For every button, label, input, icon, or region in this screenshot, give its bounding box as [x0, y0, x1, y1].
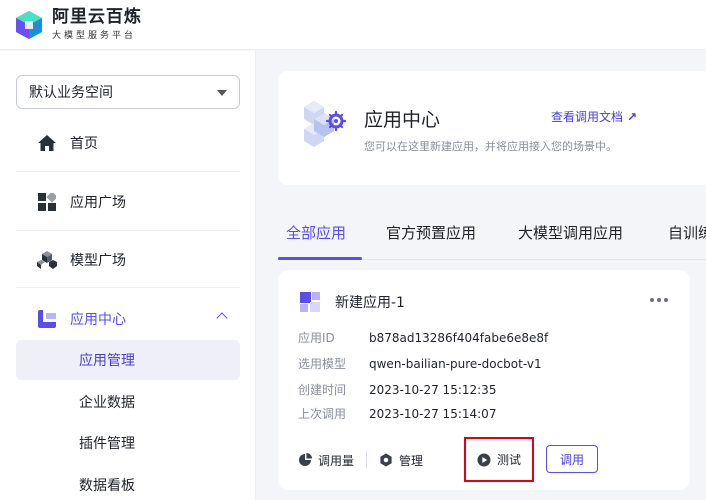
field-label: 应用ID: [298, 331, 335, 345]
home-icon: [36, 132, 58, 154]
tab-llm-invoke-apps[interactable]: 大模型调用应用: [518, 222, 623, 243]
sidebar-item-app-center[interactable]: 应用中心: [16, 299, 240, 339]
usage-button[interactable]: 调用量: [298, 445, 354, 475]
cubes-icon: [36, 249, 58, 271]
chevron-down-icon: [217, 90, 227, 96]
divider: [16, 171, 240, 172]
test-button[interactable]: 测试: [464, 437, 534, 482]
sidebar-item-label: 应用广场: [70, 195, 126, 211]
play-circle-icon: [477, 453, 491, 466]
field-app-id: 应用ID b878ad13286f404fabe6e8e8f: [298, 329, 548, 346]
view-api-docs-link[interactable]: 查看调用文档 ↗: [551, 108, 637, 125]
sidebar-item-home[interactable]: 首页: [16, 123, 240, 163]
tab-self-trained-apps[interactable]: 自训练: [668, 222, 706, 243]
bailian-logo-icon[interactable]: [14, 10, 44, 40]
manage-button[interactable]: 管理: [379, 445, 423, 475]
sidebar: 默认业务空间 首页 应用广场 模型广场 应用中心 应用管理 企业数据 插件管理 …: [0, 51, 256, 500]
app-card[interactable]: 新建应用-1 应用ID b878ad13286f404fabe6e8e8f 选用模…: [278, 270, 690, 490]
app-grid-icon: [36, 191, 58, 213]
sidebar-subitem-data-dashboard[interactable]: 数据看板: [16, 465, 240, 500]
top-header: 阿里云百炼 大模型服务平台: [0, 0, 706, 50]
divider: [366, 452, 368, 468]
field-label: 上次调用: [298, 407, 347, 421]
more-options-icon[interactable]: [650, 298, 668, 302]
sidebar-subitem-plugin-management[interactable]: 插件管理: [16, 423, 240, 463]
field-value: 2023-10-27 15:14:07: [369, 407, 497, 421]
main-content: 应用中心 查看调用文档 ↗ 您可以在这里新建应用，并将应用接入您的场景中。 全部应…: [257, 51, 706, 500]
field-value: b878ad13286f404fabe6e8e8f: [369, 331, 549, 345]
sidebar-item-label: 应用中心: [70, 312, 126, 328]
divider: [16, 230, 240, 231]
card-actions: 调用量 管理 测试 调用: [298, 437, 678, 482]
active-tab-indicator: [278, 257, 362, 260]
field-model: 选用模型 qwen-bailian-pure-docbot-v1: [298, 355, 542, 372]
external-link-arrow-icon: ↗: [627, 110, 638, 124]
field-label: 选用模型: [298, 357, 347, 371]
test-label: 测试: [496, 453, 521, 467]
invoke-button[interactable]: 调用: [546, 445, 598, 473]
chevron-up-icon[interactable]: [216, 312, 228, 324]
workspace-label: 默认业务空间: [29, 85, 113, 101]
field-last-invoked: 上次调用 2023-10-27 15:14:07: [298, 405, 496, 422]
brand-title: 阿里云百炼: [52, 7, 142, 27]
manage-label: 管理: [399, 453, 424, 468]
brand-subtitle: 大模型服务平台: [52, 31, 137, 41]
field-value: qwen-bailian-pure-docbot-v1: [369, 357, 542, 371]
usage-label: 调用量: [318, 453, 355, 468]
sidebar-subitem-enterprise-data[interactable]: 企业数据: [16, 382, 240, 422]
app-icon: [300, 292, 320, 312]
tab-all-apps[interactable]: 全部应用: [286, 222, 346, 243]
pie-chart-icon: [299, 453, 312, 466]
field-created-time: 创建时间 2023-10-27 15:12:35: [298, 381, 496, 398]
sidebar-subitem-app-management[interactable]: 应用管理: [16, 340, 240, 380]
app-center-icon: [36, 308, 58, 330]
view-api-docs-label: 查看调用文档: [551, 110, 624, 124]
page-description: 您可以在这里新建应用，并将应用接入您的场景中。: [364, 140, 617, 153]
sidebar-item-label: 首页: [70, 136, 98, 152]
brand: 阿里云百炼 大模型服务平台: [52, 8, 142, 41]
sidebar-item-app-square[interactable]: 应用广场: [16, 182, 240, 222]
app-name: 新建应用-1: [335, 295, 405, 311]
page-title: 应用中心: [364, 109, 441, 131]
field-label: 创建时间: [298, 383, 347, 397]
app-tabs: 全部应用 官方预置应用 大模型调用应用 自训练: [278, 216, 706, 260]
workspace-select[interactable]: 默认业务空间: [16, 75, 240, 109]
hero-banner: 应用中心 查看调用文档 ↗ 您可以在这里新建应用，并将应用接入您的场景中。: [278, 71, 706, 185]
gear-icon: [380, 453, 392, 467]
sidebar-item-model-square[interactable]: 模型广场: [16, 240, 240, 280]
sidebar-item-label: 模型广场: [70, 253, 126, 269]
divider: [16, 287, 240, 288]
app-center-illustration-icon: [302, 99, 347, 149]
field-value: 2023-10-27 15:12:35: [369, 383, 497, 397]
tab-official-preset-apps[interactable]: 官方预置应用: [386, 222, 476, 243]
